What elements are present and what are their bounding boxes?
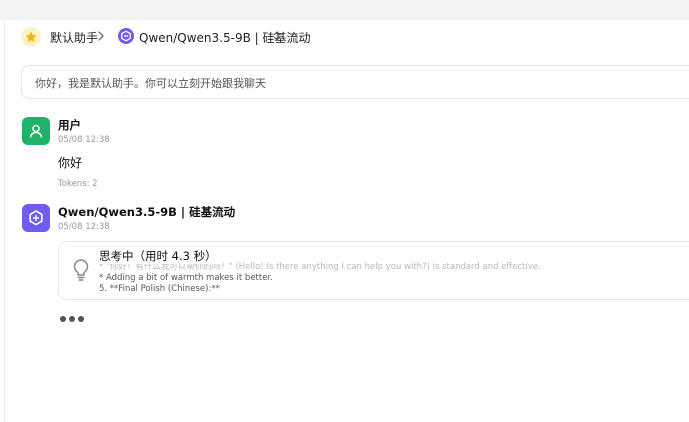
thinking-panel[interactable]: 思考中（用时 4.3 秒） * "你好！有什么我可以帮你的吗？" (Hello!… — [58, 241, 689, 300]
window-top-bar — [0, 0, 689, 20]
user-message-time: 05/08 12:38 — [58, 135, 110, 145]
user-icon — [29, 124, 43, 138]
qwen-logo-icon — [118, 28, 134, 44]
typing-dot — [60, 316, 66, 322]
user-message-text: 你好 — [58, 156, 83, 170]
assistant-message-time: 05/08 12:38 — [58, 222, 110, 232]
qwen-logo-icon — [29, 210, 43, 226]
star-icon — [25, 31, 37, 43]
chevron-right-icon — [98, 31, 104, 41]
thinking-line: 5. **Final Polish (Chinese):** — [99, 284, 220, 294]
model-selector[interactable]: Qwen/Qwen3.5-9B | 硅基流动 — [139, 29, 311, 46]
user-avatar — [22, 117, 50, 145]
typing-indicator — [60, 316, 84, 322]
assistant-message-author: Qwen/Qwen3.5-9B | 硅基流动 — [58, 205, 236, 219]
assistant-avatar[interactable] — [21, 27, 41, 47]
thinking-content: * "你好！有什么我可以帮你的吗？" (Hello! Is there anyt… — [99, 262, 541, 295]
chat-header: 默认助手 Qwen/Qwen3.5-9B | 硅基流动 — [0, 20, 689, 56]
thinking-title: 思考中（用时 4.3 秒） — [99, 248, 223, 264]
typing-dot — [78, 316, 84, 322]
user-message-author: 用户 — [58, 118, 81, 132]
greeting-text: 你好，我是默认助手。你可以立刻开始跟我聊天 — [35, 77, 266, 90]
lightbulb-icon — [73, 259, 89, 281]
assistant-message-avatar — [22, 204, 50, 232]
greeting-message: 你好，我是默认助手。你可以立刻开始跟我聊天 — [21, 65, 689, 99]
user-message-tokens: Tokens: 2 — [58, 179, 98, 189]
chevron-up-down-icon[interactable] — [272, 30, 282, 42]
sidebar-divider — [4, 20, 5, 422]
typing-dot — [69, 316, 75, 322]
assistant-name[interactable]: 默认助手 — [50, 29, 98, 46]
thinking-line: * Adding a bit of warmth makes it better… — [99, 273, 273, 283]
